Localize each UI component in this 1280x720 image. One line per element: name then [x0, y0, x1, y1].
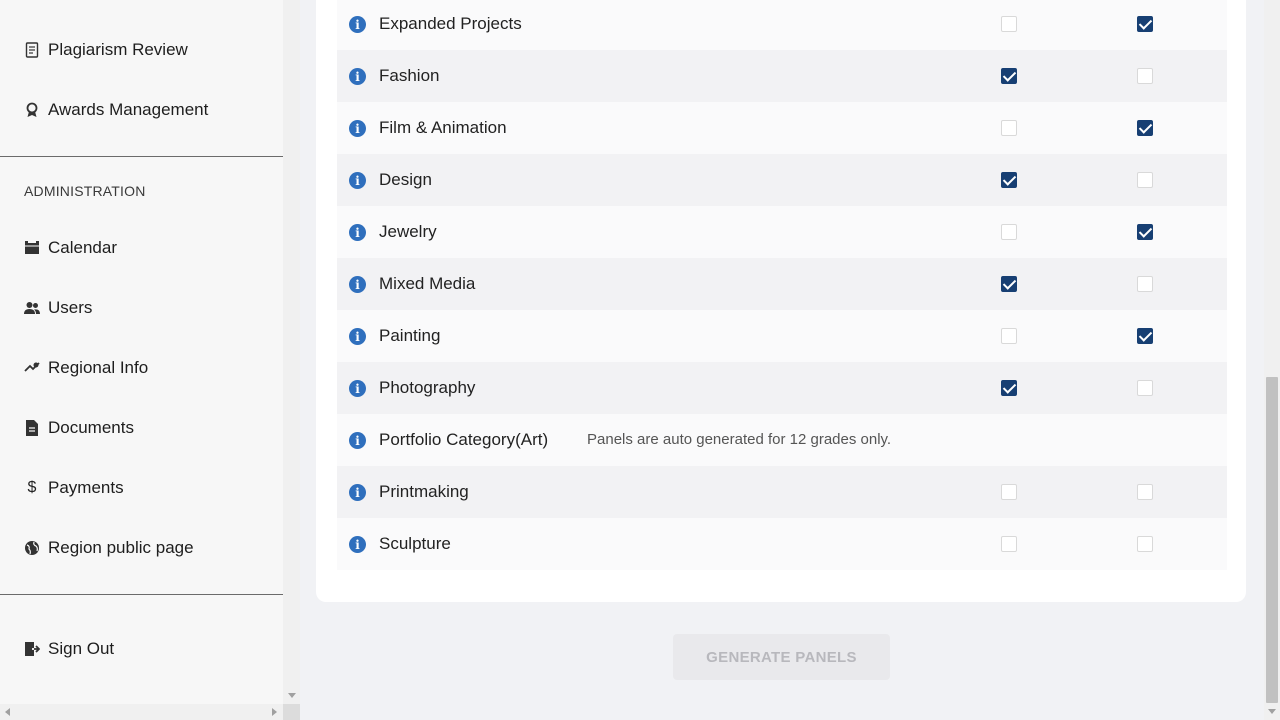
scrollbar-corner [283, 704, 300, 720]
info-icon[interactable]: i [349, 172, 366, 189]
award-icon [24, 102, 40, 118]
nav-documents[interactable]: Documents [0, 408, 283, 448]
category-row: i Photography [337, 362, 1227, 414]
category-checkbox-col1[interactable] [1001, 224, 1017, 240]
nav-label: Users [48, 298, 93, 317]
scroll-left-arrow-icon[interactable] [5, 708, 10, 716]
nav-label: Plagiarism Review [48, 40, 188, 59]
main-content: i Expanded Projects i Fashion i Film & A… [300, 0, 1264, 720]
generate-panels-button[interactable]: GENERATE PANELS [673, 634, 890, 680]
category-checkbox-col2[interactable] [1137, 172, 1153, 188]
nav-label: Documents [48, 418, 134, 437]
category-row: i Jewelry [337, 206, 1227, 258]
category-checkbox-col1[interactable] [1001, 16, 1017, 32]
nav-label: Awards Management [48, 100, 209, 119]
category-checkbox-col2[interactable] [1137, 224, 1153, 240]
document-search-icon [24, 42, 40, 58]
nav-plagiarism-review[interactable]: Plagiarism Review [0, 30, 283, 70]
file-icon [24, 420, 40, 436]
section-heading-administration: ADMINISTRATION [24, 183, 146, 199]
category-row: i Film & Animation [337, 102, 1227, 154]
category-row: i Expanded Projects [337, 0, 1227, 50]
category-checkbox-col2[interactable] [1137, 380, 1153, 396]
category-checkbox-col1[interactable] [1001, 328, 1017, 344]
sidebar: Plagiarism Review Awards Management ADMI… [0, 0, 283, 704]
scroll-down-arrow-icon[interactable] [1268, 709, 1276, 714]
category-label: Printmaking [379, 482, 469, 501]
nav-region-public-page[interactable]: Region public page [0, 528, 283, 568]
info-icon[interactable]: i [349, 328, 366, 345]
category-row: i Portfolio Category(Art) Panels are aut… [337, 414, 1227, 466]
category-note: Panels are auto generated for 12 grades … [587, 431, 892, 448]
category-checkbox-col2[interactable] [1137, 328, 1153, 344]
category-label: Fashion [379, 66, 440, 85]
scroll-right-arrow-icon[interactable] [272, 708, 277, 716]
category-checkbox-col1[interactable] [1001, 484, 1017, 500]
category-label: Jewelry [379, 222, 437, 241]
nav-label: Payments [48, 478, 124, 497]
info-icon[interactable]: i [349, 224, 366, 241]
category-label: Design [379, 170, 432, 189]
sign-out-icon [24, 641, 40, 657]
category-row: i Mixed Media [337, 258, 1227, 310]
category-checkbox-col1[interactable] [1001, 172, 1017, 188]
category-row: i Design [337, 154, 1227, 206]
nav-regional-info[interactable]: Regional Info [0, 348, 283, 388]
globe-icon [24, 540, 40, 556]
info-icon[interactable]: i [349, 276, 366, 293]
sidebar-horizontal-scrollbar[interactable] [0, 704, 283, 720]
scrollbar-thumb[interactable] [1266, 377, 1278, 703]
category-label: Photography [379, 378, 476, 397]
users-icon [24, 300, 40, 316]
info-icon[interactable]: i [349, 68, 366, 85]
category-label: Portfolio Category(Art) [379, 430, 549, 449]
category-row: i Sculpture [337, 518, 1227, 570]
info-icon[interactable]: i [349, 484, 366, 501]
nav-label: Region public page [48, 538, 194, 557]
category-label: Sculpture [379, 534, 451, 553]
sidebar-vertical-scrollbar[interactable] [283, 0, 300, 704]
category-checkbox-col1[interactable] [1001, 536, 1017, 552]
category-label: Painting [379, 326, 441, 345]
info-icon[interactable]: i [349, 380, 366, 397]
nav-label: Sign Out [48, 639, 115, 658]
nav-calendar[interactable]: Calendar [0, 228, 283, 268]
category-checkbox-col1[interactable] [1001, 120, 1017, 136]
info-icon[interactable]: i [349, 536, 366, 553]
info-icon[interactable]: i [349, 120, 366, 137]
nav-sign-out[interactable]: Sign Out [0, 629, 283, 669]
dollar-icon: $ [27, 479, 37, 496]
category-row: i Printmaking [337, 466, 1227, 518]
category-label: Mixed Media [379, 274, 476, 293]
category-checkbox-col2[interactable] [1137, 536, 1153, 552]
nav-label: Regional Info [48, 358, 149, 377]
category-row: i Fashion [337, 50, 1227, 102]
category-checkbox-col1[interactable] [1001, 380, 1017, 396]
category-checkbox-col2[interactable] [1137, 484, 1153, 500]
sidebar-divider [0, 156, 283, 157]
category-checkbox-col1[interactable] [1001, 68, 1017, 84]
map-pin-icon [24, 360, 40, 376]
category-checkbox-col2[interactable] [1137, 16, 1153, 32]
calendar-icon [24, 240, 40, 256]
category-label: Film & Animation [379, 118, 507, 137]
category-checkbox-col2[interactable] [1137, 68, 1153, 84]
scroll-down-arrow-icon[interactable] [288, 693, 296, 698]
nav-awards-management[interactable]: Awards Management [0, 90, 283, 130]
sidebar-divider [0, 594, 283, 595]
category-checkbox-col1[interactable] [1001, 276, 1017, 292]
category-row: i Painting [337, 310, 1227, 362]
category-checkbox-col2[interactable] [1137, 276, 1153, 292]
info-icon[interactable]: i [349, 432, 366, 449]
nav-payments[interactable]: $ Payments [0, 468, 283, 508]
info-icon[interactable]: i [349, 16, 366, 33]
main-vertical-scrollbar[interactable] [1264, 0, 1280, 720]
category-checkbox-col2[interactable] [1137, 120, 1153, 136]
nav-label: Calendar [48, 238, 117, 257]
category-label: Expanded Projects [379, 14, 522, 33]
nav-users[interactable]: Users [0, 288, 283, 328]
